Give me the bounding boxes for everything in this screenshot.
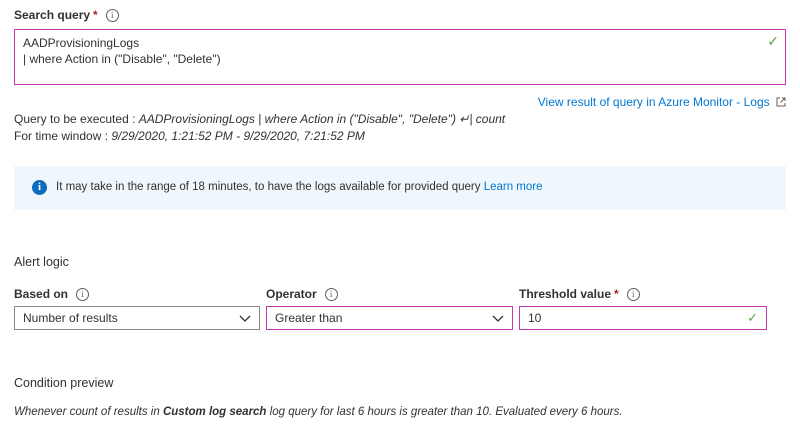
search-query-label: Search query * i [14,8,119,22]
query-to-execute: Query to be executed : AADProvisioningLo… [14,112,505,126]
query-to-execute-value: AADProvisioningLogs | where Action in ("… [138,112,506,126]
query-line: AADProvisioningLogs [23,36,140,50]
query-to-execute-prefix: Query to be executed : [14,112,139,126]
info-icon[interactable]: i [324,288,338,301]
required-marker: * [93,8,98,22]
based-on-label-text: Based on [14,287,69,301]
condition-preview-text: Whenever count of results in Custom log … [14,406,623,418]
condition-preview-part-2: log query for last 6 hours is greater th… [266,406,623,418]
based-on-label: Based on i [14,287,90,301]
search-query-input[interactable]: AADProvisioningLogs | where Action in ("… [14,29,786,85]
time-window: For time window : 9/29/2020, 1:21:52 PM … [14,129,365,143]
info-icon[interactable]: i [626,288,640,301]
threshold-input[interactable]: 10 ✓ [519,306,767,330]
info-banner-message: It may take in the range of 18 minutes, … [56,181,543,193]
info-icon[interactable]: i [76,288,90,301]
required-marker: * [614,287,619,301]
chevron-down-icon [492,307,504,322]
external-link-icon [776,96,786,110]
operator-label-text: Operator [266,287,317,301]
condition-preview-heading: Condition preview [14,376,114,390]
operator-dropdown[interactable]: Greater than [266,306,513,330]
alert-logic-heading: Alert logic [14,255,69,269]
threshold-label: Threshold value * i [519,287,640,301]
view-result-link-text: View result of query in Azure Monitor - … [537,95,770,109]
search-query-label-text: Search query [14,8,91,22]
learn-more-link[interactable]: Learn more [484,181,543,193]
operator-label: Operator i [266,287,338,301]
operator-value: Greater than [275,311,343,325]
based-on-dropdown[interactable]: Number of results [14,306,260,330]
threshold-label-text: Threshold value [519,287,612,301]
valid-check-icon: ✓ [767,33,779,49]
info-icon: i [32,180,47,195]
condition-preview-part-1: Whenever count of results in [14,406,163,418]
info-banner: i It may take in the range of 18 minutes… [14,166,786,210]
threshold-value: 10 [528,311,542,325]
based-on-value: Number of results [23,311,118,325]
chevron-down-icon [239,307,251,322]
query-line: | where Action in ("Disable", "Delete") [23,52,221,66]
valid-check-icon: ✓ [747,310,758,325]
info-icon[interactable]: i [105,9,119,22]
time-window-value: 9/29/2020, 1:21:52 PM - 9/29/2020, 7:21:… [111,129,365,143]
condition-preview-bold: Custom log search [162,406,267,418]
info-banner-text: It may take in the range of 18 minutes, … [56,181,481,193]
view-result-link[interactable]: View result of query in Azure Monitor - … [538,95,786,110]
time-window-prefix: For time window : [14,129,112,143]
